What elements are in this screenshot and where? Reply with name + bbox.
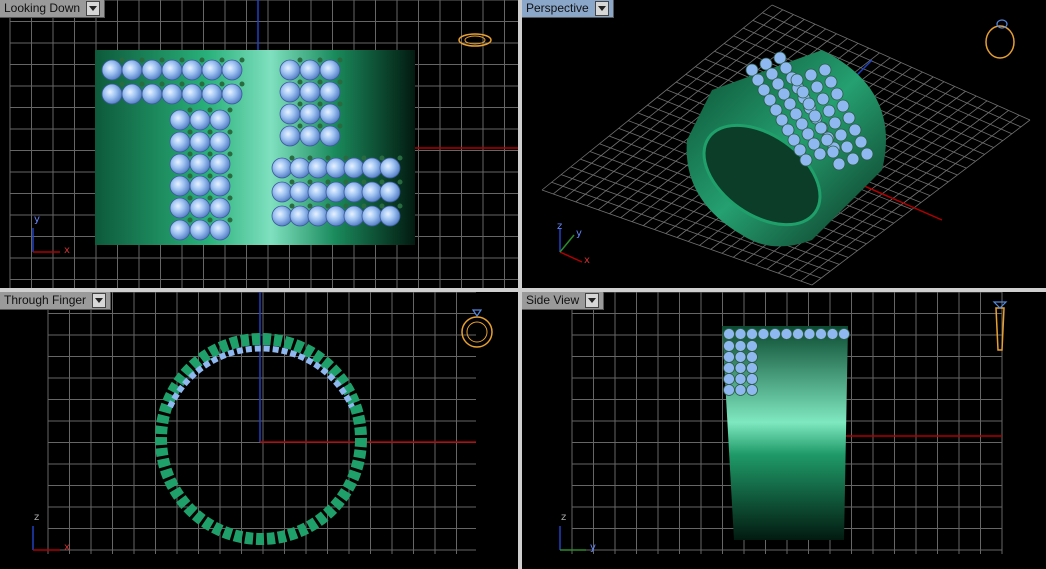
viewport-side-canvas <box>559 292 1008 554</box>
axis-z-label: z <box>561 512 567 523</box>
axis-y-label: y <box>576 228 582 239</box>
viewport-top-canvas <box>9 0 518 288</box>
viewport-tab-side-view[interactable]: Side View <box>522 292 605 310</box>
ring-gizmo-icon <box>985 19 1015 59</box>
viewport-persp-canvas <box>541 4 1031 286</box>
viewport-through-finger[interactable]: z x Through Finger <box>0 292 518 569</box>
viewport-perspective[interactable]: z y x Perspective <box>522 0 1046 288</box>
ring-gizmo-icon <box>992 301 1008 351</box>
ring-gizmo-icon <box>458 33 492 47</box>
viewport-label: Through Finger <box>4 293 87 307</box>
viewport-divider-horizontal[interactable] <box>0 288 1046 292</box>
dropdown-arrow-icon[interactable] <box>585 293 600 308</box>
dropdown-arrow-icon[interactable] <box>92 293 107 308</box>
viewport-label: Looking Down <box>4 1 81 15</box>
dropdown-arrow-icon[interactable] <box>86 1 101 16</box>
axis-x-label: x <box>64 542 70 553</box>
axis-gizmo <box>559 526 586 551</box>
viewport-tab-looking-down[interactable]: Looking Down <box>0 0 106 18</box>
axis-y-label: y <box>34 214 40 225</box>
viewport-tab-perspective[interactable]: Perspective <box>522 0 614 18</box>
axis-z-label: z <box>557 221 563 232</box>
viewport-divider-vertical[interactable] <box>518 0 522 569</box>
dropdown-arrow-icon[interactable] <box>594 1 609 16</box>
axis-y-label: y <box>590 542 596 553</box>
axis-x-label: x <box>64 245 70 256</box>
viewport-front-canvas <box>32 292 493 554</box>
ring-gizmo-icon <box>461 309 493 348</box>
viewport-label: Side View <box>526 293 580 307</box>
axis-gizmo <box>32 228 60 253</box>
viewport-tab-through-finger[interactable]: Through Finger <box>0 292 112 310</box>
axis-x-label: x <box>584 255 590 266</box>
viewport-looking-down[interactable]: y x Looking Down <box>0 0 518 288</box>
ring-profile <box>155 333 367 545</box>
axis-gizmo <box>32 526 60 551</box>
viewport-label: Perspective <box>526 1 589 15</box>
viewport-side-view[interactable]: z y Side View <box>522 292 1046 569</box>
axis-z-label: z <box>34 512 40 523</box>
